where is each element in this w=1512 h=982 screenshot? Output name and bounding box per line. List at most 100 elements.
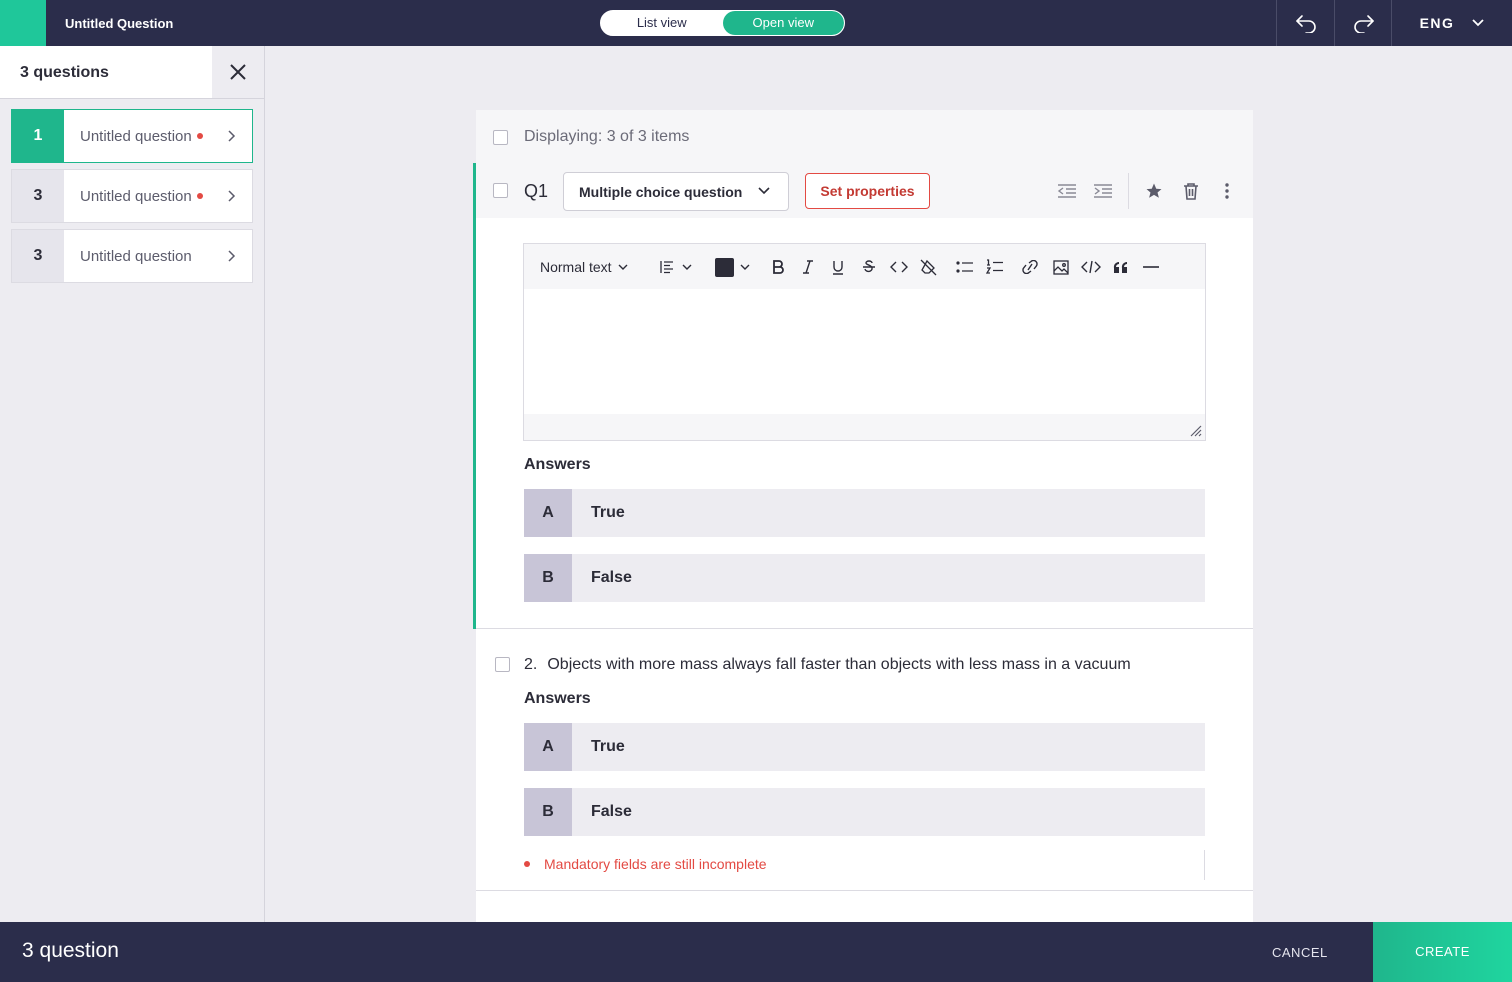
set-properties-button[interactable]: Set properties xyxy=(805,173,930,209)
list-view-option[interactable]: List view xyxy=(601,11,723,35)
language-selector[interactable]: ENG xyxy=(1391,0,1512,46)
cancel-button[interactable]: CANCEL xyxy=(1272,945,1328,960)
answer-letter: A xyxy=(524,489,572,537)
open-view-option[interactable]: Open view xyxy=(722,11,844,35)
question-number: 2. xyxy=(524,656,538,673)
answers-heading: Answers xyxy=(524,690,591,707)
indent-icon xyxy=(1094,184,1112,198)
question-type-value: Multiple choice question xyxy=(579,184,743,200)
image-button[interactable] xyxy=(1053,258,1069,276)
answer-text: True xyxy=(591,504,625,521)
bullet-list-button[interactable] xyxy=(956,258,974,276)
alignment-dropdown[interactable] xyxy=(660,258,692,276)
question-panel: Displaying: 3 of 3 items Q1 Multiple cho… xyxy=(476,110,1253,922)
question-label: Untitled question xyxy=(80,127,192,145)
answer-text: True xyxy=(591,738,625,755)
undo-button[interactable] xyxy=(1276,0,1334,46)
blockquote-button[interactable] xyxy=(1113,258,1129,276)
close-icon xyxy=(230,64,246,80)
more-vertical-icon xyxy=(1225,183,1229,199)
clear-format-icon xyxy=(920,259,937,275)
horizontal-rule-button[interactable] xyxy=(1143,258,1159,276)
clear-format-button[interactable] xyxy=(920,258,937,276)
code-icon xyxy=(890,261,908,273)
star-icon xyxy=(1146,183,1162,198)
resize-handle-icon[interactable] xyxy=(1190,425,1202,437)
select-all-checkbox[interactable] xyxy=(493,130,508,145)
more-options-button[interactable] xyxy=(1215,179,1239,203)
chevron-down-icon xyxy=(682,264,692,270)
answer-text: False xyxy=(591,803,632,820)
create-button[interactable]: CREATE xyxy=(1373,922,1512,982)
inline-code-button[interactable] xyxy=(890,258,908,276)
chevron-down-icon xyxy=(1472,19,1485,27)
delete-button[interactable] xyxy=(1179,179,1203,203)
quote-icon xyxy=(1113,261,1127,273)
answer-text: False xyxy=(591,569,632,586)
close-sidebar-button[interactable] xyxy=(212,46,264,98)
question-checkbox[interactable] xyxy=(495,657,510,672)
divider xyxy=(1128,173,1129,209)
question-number: 3 xyxy=(12,170,64,222)
numbered-list-icon xyxy=(986,259,1003,274)
sidebar-question-item[interactable]: 3 Untitled question xyxy=(11,169,253,223)
answer-letter: B xyxy=(524,788,572,836)
bold-button[interactable] xyxy=(772,258,784,276)
answer-option[interactable]: B False xyxy=(524,788,1205,836)
question-checkbox[interactable] xyxy=(493,183,508,198)
active-question-indicator xyxy=(473,163,476,629)
strikethrough-icon xyxy=(863,260,875,273)
question-text[interactable]: 2. Objects with more mass always fall fas… xyxy=(524,656,1131,674)
text-style-dropdown[interactable]: Normal text xyxy=(540,258,628,276)
text-color-dropdown[interactable] xyxy=(715,257,750,277)
sidebar-header: 3 questions xyxy=(0,46,212,98)
answer-option[interactable]: A True xyxy=(524,489,1205,537)
italic-button[interactable] xyxy=(802,258,814,276)
chevron-right-icon xyxy=(228,190,236,202)
question-count: 3 question xyxy=(22,939,119,962)
question-label: Untitled question xyxy=(80,247,192,265)
question-body: Objects with more mass always fall faste… xyxy=(547,656,1131,673)
validation-error: Mandatory fields are still incomplete xyxy=(524,856,767,872)
chevron-down-icon xyxy=(740,264,750,270)
horizontal-rule-icon xyxy=(1143,266,1159,268)
sidebar-question-item[interactable]: 1 Untitled question xyxy=(11,109,253,163)
chevron-right-icon xyxy=(228,250,236,262)
outdent-button[interactable] xyxy=(1055,179,1079,203)
redo-icon xyxy=(1353,15,1374,33)
error-message: Mandatory fields are still incomplete xyxy=(544,856,767,872)
code-block-button[interactable] xyxy=(1081,258,1101,276)
error-dot xyxy=(524,861,530,867)
divider xyxy=(476,628,1253,629)
indent-button[interactable] xyxy=(1091,179,1115,203)
editor-toolbar: Normal text xyxy=(524,244,1205,289)
question-number: 1 xyxy=(12,110,64,162)
strikethrough-button[interactable] xyxy=(862,258,876,276)
underline-icon xyxy=(833,260,843,275)
align-left-icon xyxy=(660,261,673,274)
answer-option[interactable]: A True xyxy=(524,723,1205,771)
outdent-icon xyxy=(1057,184,1076,198)
brand-logo[interactable] xyxy=(0,0,46,46)
underline-button[interactable] xyxy=(832,258,844,276)
sidebar-question-item[interactable]: 3 Untitled question xyxy=(11,229,253,283)
trash-icon xyxy=(1184,183,1198,200)
divider xyxy=(0,98,264,99)
question-text-editor[interactable]: Normal text xyxy=(523,243,1206,441)
question-id: Q1 xyxy=(524,181,549,201)
text-style-value: Normal text xyxy=(540,259,612,275)
numbered-list-button[interactable] xyxy=(986,258,1004,276)
question-sidebar: 3 questions 1 Untitled question 3 Untitl… xyxy=(0,46,265,922)
displaying-row: Displaying: 3 of 3 items xyxy=(476,110,1253,163)
link-button[interactable] xyxy=(1020,258,1040,276)
divider xyxy=(1204,850,1205,880)
answer-option[interactable]: B False xyxy=(524,554,1205,602)
view-toggle[interactable]: List view Open view xyxy=(600,10,845,36)
redo-button[interactable] xyxy=(1334,0,1392,46)
chevron-down-icon xyxy=(618,264,628,270)
chevron-right-icon xyxy=(228,130,236,142)
bold-icon xyxy=(773,260,784,274)
question-header: Q1 Multiple choice question Set properti… xyxy=(476,163,1253,218)
favorite-button[interactable] xyxy=(1142,179,1166,203)
question-type-select[interactable]: Multiple choice question xyxy=(563,172,789,211)
